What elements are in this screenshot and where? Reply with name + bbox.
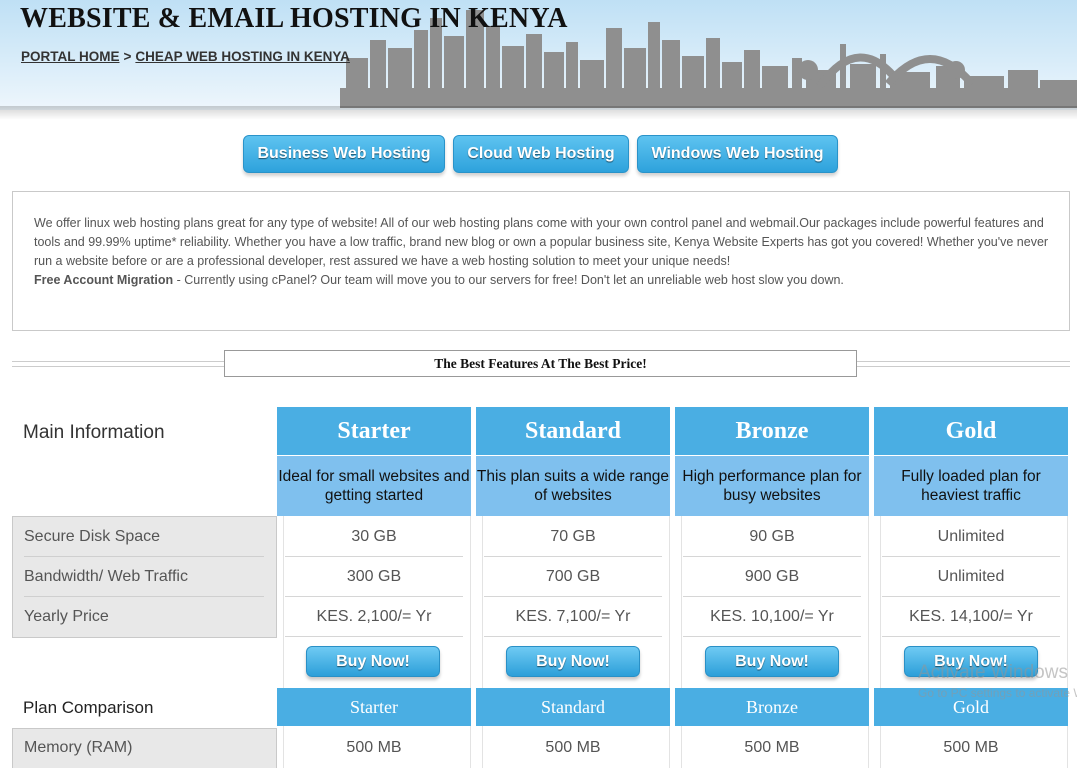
- column-border: [669, 516, 670, 768]
- bronze-bandwidth: 900 GB: [744, 568, 800, 585]
- watermark-line1: Activate Windows: [918, 662, 1068, 683]
- plan-header-starter: Starter: [277, 407, 471, 455]
- site-title: WEBSITE & EMAIL HOSTING IN KENYA: [20, 3, 568, 34]
- plan-header-bronze: Bronze: [675, 407, 869, 455]
- row-label-price: Yearly Price: [24, 608, 109, 625]
- cloud-web-hosting-button[interactable]: Cloud Web Hosting: [453, 135, 629, 173]
- windows-web-hosting-button[interactable]: Windows Web Hosting: [637, 135, 838, 173]
- row-divider: [24, 556, 264, 557]
- column-border: [482, 516, 483, 768]
- main-information-label: Main Information: [23, 422, 165, 443]
- watermark-line2: Go to PC settings to activate Windows.: [918, 686, 1077, 700]
- column-border: [868, 516, 869, 768]
- breadcrumb-separator: >: [123, 49, 132, 64]
- cell-divider: [484, 596, 662, 597]
- row-label-memory: Memory (RAM): [24, 739, 133, 756]
- migration-paragraph: Free Account Migration - Currently using…: [34, 271, 1049, 290]
- column-border: [1067, 516, 1068, 768]
- buy-now-starter-button[interactable]: Buy Now!: [306, 646, 440, 677]
- buy-now-bronze-button[interactable]: Buy Now!: [705, 646, 839, 677]
- column-border: [880, 516, 881, 768]
- site-header: WEBSITE & EMAIL HOSTING IN KENYA PORTAL …: [0, 0, 1077, 110]
- comparison-header-bronze: Bronze: [675, 688, 869, 726]
- starter-memory: 500 MB: [346, 739, 402, 756]
- starter-price: KES. 2,100/= Yr: [316, 608, 432, 625]
- cell-divider: [683, 556, 861, 557]
- cell-divider: [683, 596, 861, 597]
- standard-disk: 70 GB: [550, 528, 596, 545]
- feature-labels-panel: Secure Disk Space Bandwidth/ Web Traffic…: [12, 516, 277, 638]
- row-label-disk: Secure Disk Space: [24, 528, 161, 545]
- cell-divider: [285, 636, 463, 637]
- row-label-bandwidth: Bandwidth/ Web Traffic: [24, 568, 188, 585]
- plan-comparison-label: Plan Comparison: [23, 698, 154, 717]
- heading-rule-right: [857, 361, 1070, 367]
- hosting-type-nav: Business Web Hosting Cloud Web Hosting W…: [0, 135, 1077, 175]
- buy-now-standard-button[interactable]: Buy Now!: [506, 646, 640, 677]
- comparison-labels-panel: Memory (RAM): [12, 728, 277, 768]
- bronze-memory: 500 MB: [744, 739, 800, 756]
- gold-bandwidth: Unlimited: [937, 568, 1005, 585]
- bronze-price: KES. 10,100/= Yr: [710, 608, 834, 625]
- features-heading: The Best Features At The Best Price!: [224, 350, 857, 377]
- column-border: [681, 516, 682, 768]
- starter-bandwidth: 300 GB: [346, 568, 402, 585]
- plan-header-standard: Standard: [476, 407, 670, 455]
- cell-divider: [484, 556, 662, 557]
- breadcrumb-portal-home-link[interactable]: PORTAL HOME: [21, 49, 120, 64]
- breadcrumb: PORTAL HOME > CHEAP WEB HOSTING IN KENYA: [21, 49, 350, 64]
- standard-memory: 500 MB: [545, 739, 601, 756]
- activate-windows-watermark: Activate Windows Go to PC settings to ac…: [918, 662, 1077, 700]
- migration-text: - Currently using cPanel? Our team will …: [173, 273, 844, 287]
- migration-title: Free Account Migration: [34, 273, 174, 287]
- cell-divider: [484, 636, 662, 637]
- header-shadow: [0, 106, 1077, 120]
- plan-desc-starter: Ideal for small websites and getting sta…: [277, 456, 471, 516]
- plan-desc-standard: This plan suits a wide range of websites: [476, 456, 670, 516]
- starter-disk: 30 GB: [351, 528, 397, 545]
- cell-divider: [683, 636, 861, 637]
- cell-divider: [285, 596, 463, 597]
- plan-desc-bronze: High performance plan for busy websites: [675, 456, 869, 516]
- row-divider: [24, 596, 264, 597]
- gold-memory: 500 MB: [943, 739, 999, 756]
- column-border: [470, 516, 471, 768]
- business-web-hosting-button[interactable]: Business Web Hosting: [243, 135, 445, 173]
- cell-divider: [285, 556, 463, 557]
- comparison-header-standard: Standard: [476, 688, 670, 726]
- gold-disk: Unlimited: [937, 528, 1005, 545]
- cell-divider: [882, 556, 1060, 557]
- plan-desc-gold: Fully loaded plan for heaviest traffic: [874, 456, 1068, 516]
- intro-box: We offer linux web hosting plans great f…: [12, 191, 1070, 331]
- intro-text: We offer linux web hosting plans great f…: [34, 216, 1049, 268]
- gold-price: KES. 14,100/= Yr: [909, 608, 1033, 625]
- cell-divider: [882, 596, 1060, 597]
- bronze-disk: 90 GB: [749, 528, 795, 545]
- plan-header-gold: Gold: [874, 407, 1068, 455]
- comparison-header-starter: Starter: [277, 688, 471, 726]
- standard-price: KES. 7,100/= Yr: [515, 608, 631, 625]
- cell-divider: [882, 636, 1060, 637]
- standard-bandwidth: 700 GB: [545, 568, 601, 585]
- breadcrumb-cheap-web-hosting-link[interactable]: CHEAP WEB HOSTING IN KENYA: [135, 49, 350, 64]
- column-border: [283, 516, 284, 768]
- heading-rule-left: [12, 361, 224, 367]
